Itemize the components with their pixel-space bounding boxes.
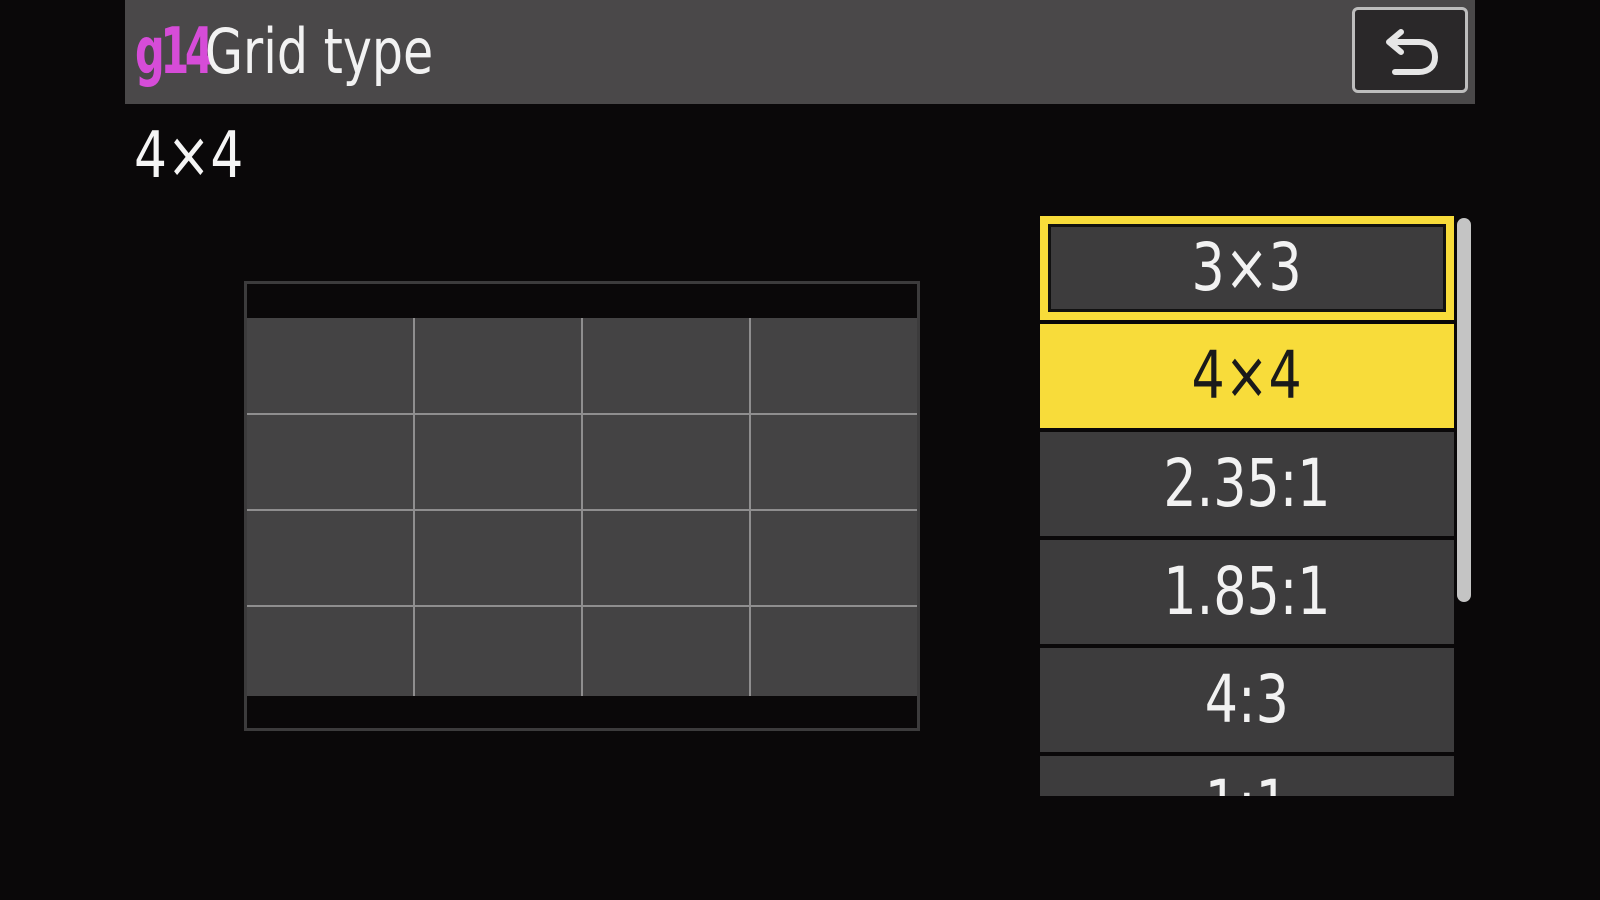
option-label: 3×3 [1191,229,1303,306]
option-label: 2.35:1 [1163,445,1331,522]
menu-code-label: g14 [135,15,214,89]
current-setting-value: 4×4 [134,119,244,193]
option-4-3[interactable]: 4:3 [1040,648,1454,752]
list-scrollbar[interactable] [1457,218,1471,602]
option-label: 4:3 [1204,661,1290,738]
grid-line-horizontal [247,509,917,511]
return-arrow-icon [1386,29,1439,75]
preview-letterbox-top [247,284,917,318]
menu-header: g14 Grid type [125,0,1475,104]
option-1-85-1[interactable]: 1.85:1 [1040,540,1454,644]
option-label: 1:1 [1205,772,1289,797]
option-3x3[interactable]: 3×3 [1040,216,1454,320]
camera-menu-screen: g14 Grid type 4×4 3×3 4×4 2.35:1 1.85:1 … [0,0,1600,900]
grid-line-vertical [413,318,415,696]
option-4x4[interactable]: 4×4 [1040,324,1454,428]
option-label: 1.85:1 [1163,553,1331,630]
page-title: Grid type [205,15,434,88]
grid-line-vertical [581,318,583,696]
grid-line-horizontal [247,605,917,607]
grid-preview [244,281,920,731]
option-2-35-1[interactable]: 2.35:1 [1040,432,1454,536]
grid-type-options: 3×3 4×4 2.35:1 1.85:1 4:3 1:1 [1040,216,1454,796]
grid-line-horizontal [247,413,917,415]
grid-line-vertical [749,318,751,696]
option-1-1[interactable]: 1:1 [1040,756,1454,796]
preview-letterbox-bottom [247,696,917,728]
option-3x3-inner: 3×3 [1048,224,1446,312]
option-label: 4×4 [1191,337,1303,414]
back-button[interactable] [1352,7,1468,93]
